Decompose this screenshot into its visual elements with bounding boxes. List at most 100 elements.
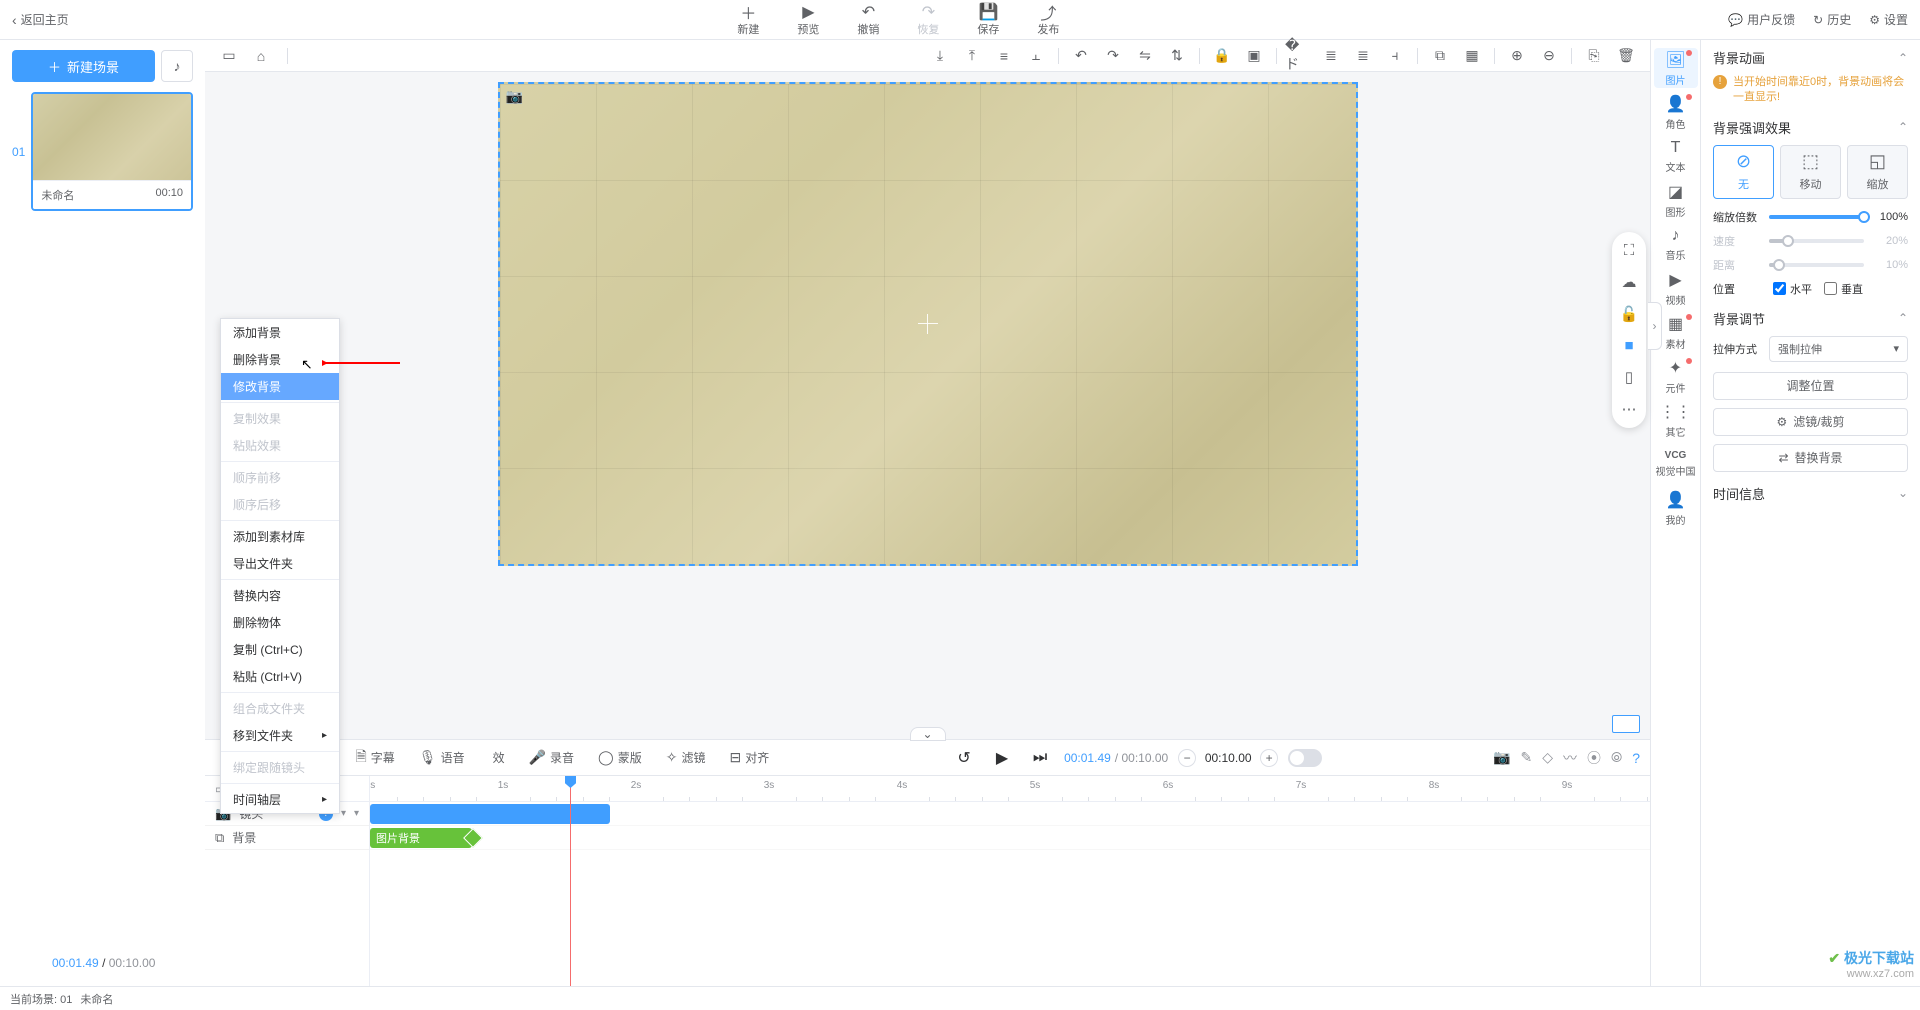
canvas[interactable]: 📷 xyxy=(498,82,1358,566)
home-icon[interactable]: ⌂ xyxy=(247,44,275,68)
section-bg-adjust[interactable]: 背景调节 ⌃ xyxy=(1713,309,1908,328)
group-icon[interactable]: ▣ xyxy=(1240,44,1268,68)
section-bg-emphasis[interactable]: 背景强调效果 ⌃ xyxy=(1713,118,1908,137)
timeline-prev-icon[interactable]: ↺ xyxy=(950,744,978,772)
cloud-icon[interactable]: ☁ xyxy=(1622,273,1637,291)
preview-button[interactable]: ▶预览 xyxy=(782,3,834,37)
edit-icon[interactable]: ✎ xyxy=(1520,749,1532,766)
distribute-h-icon[interactable]: ⫞ xyxy=(1381,44,1409,68)
tl-tab-template[interactable]: ◯蒙版 xyxy=(588,742,652,774)
ctx-导出文件夹[interactable]: 导出文件夹 xyxy=(221,550,339,577)
new-button[interactable]: ＋新建 xyxy=(722,3,774,37)
zoom-out-button[interactable]: − xyxy=(1178,749,1196,767)
obj-material[interactable]: ▦素材 xyxy=(1654,312,1698,352)
align-hcenter-icon[interactable]: ≣ xyxy=(1317,44,1345,68)
obj-image[interactable]: 🖼图片 xyxy=(1654,48,1698,88)
horizontal-checkbox-input[interactable] xyxy=(1773,282,1786,295)
background-clip[interactable]: 图片背景 xyxy=(370,828,472,848)
ctx-时间轴层[interactable]: 时间轴层▸ xyxy=(221,786,339,813)
history-link[interactable]: ↻历史 xyxy=(1813,11,1851,28)
zoom-in-button[interactable]: + xyxy=(1260,749,1278,767)
ctx-删除背景[interactable]: 删除背景 xyxy=(221,346,339,373)
zoom-in-icon[interactable]: ⊕ xyxy=(1503,44,1531,68)
effect-缩放[interactable]: ◱缩放 xyxy=(1847,145,1908,199)
obj-role[interactable]: 👤角色 xyxy=(1654,92,1698,132)
chevron-down-icon[interactable]: ▾ xyxy=(341,808,346,819)
tl-tab-align[interactable]: ⊟对齐 xyxy=(719,742,779,774)
feedback-link[interactable]: 💬用户反馈 xyxy=(1728,11,1795,28)
tl-tab-effect[interactable]: 效 xyxy=(479,742,515,774)
camera-snap-icon[interactable]: 📷 xyxy=(1493,749,1510,766)
loop-start-icon[interactable]: ⦿ xyxy=(1587,748,1601,768)
obj-other[interactable]: ⋮⋮其它 xyxy=(1654,400,1698,440)
tl-tab-filter[interactable]: ✧滤镜 xyxy=(656,742,716,774)
ctx-添加背景[interactable]: 添加背景 xyxy=(221,319,339,346)
keyframe-icon[interactable]: ◇ xyxy=(1542,749,1553,766)
flip-h-icon[interactable]: ⇋ xyxy=(1131,44,1159,68)
ease-icon[interactable]: 〰 xyxy=(1563,748,1577,768)
loop-end-icon[interactable]: ⦾ xyxy=(1611,749,1622,766)
ctx-删除物体[interactable]: 删除物体 xyxy=(221,609,339,636)
align-left-icon[interactable]: �ド xyxy=(1285,44,1313,68)
obj-vcg[interactable]: VCG视觉中国 xyxy=(1654,444,1698,484)
adjust-position-button[interactable]: 调整位置 xyxy=(1713,372,1908,400)
slider-缩放倍数[interactable]: 缩放倍数100% xyxy=(1713,209,1908,225)
ctx-替换内容[interactable]: 替换内容 xyxy=(221,582,339,609)
ctx-复制 (Ctrl+C)[interactable]: 复制 (Ctrl+C) xyxy=(221,636,339,663)
section-time-info[interactable]: 时间信息 ⌄ xyxy=(1713,484,1908,503)
playhead[interactable] xyxy=(570,776,571,986)
back-to-home[interactable]: ‹ 返回主页 xyxy=(12,11,69,28)
effect-移动[interactable]: ⬚移动 xyxy=(1780,145,1841,199)
timeline-play-icon[interactable]: ▶ xyxy=(988,744,1016,772)
tl-tab-record[interactable]: 🎤录音 xyxy=(519,742,584,774)
rotate-left-icon[interactable]: ↶ xyxy=(1067,44,1095,68)
align-bottom-icon[interactable]: ⤓ xyxy=(926,44,954,68)
lock-icon[interactable]: 🔒 xyxy=(1208,44,1236,68)
obj-text[interactable]: T文本 xyxy=(1654,136,1698,176)
ctx-移到文件夹[interactable]: 移到文件夹▸ xyxy=(221,722,339,749)
obj-video[interactable]: ▶视频 xyxy=(1654,268,1698,308)
collapse-canvas-icon[interactable]: ⌄ xyxy=(910,727,946,741)
timeline-toggle[interactable] xyxy=(1288,749,1322,767)
copy-icon[interactable]: ⎘ xyxy=(1580,44,1608,68)
tl-tab-voice[interactable]: 🎙语音 xyxy=(409,742,475,774)
grid-icon[interactable]: ▦ xyxy=(1458,44,1486,68)
track-row-camera[interactable] xyxy=(370,802,1650,826)
obj-music[interactable]: ♪音乐 xyxy=(1654,224,1698,264)
new-scene-button[interactable]: ＋ 新建场景 xyxy=(12,50,155,82)
music-button[interactable]: ♪ xyxy=(161,50,193,82)
snap-icon[interactable]: ⧉ xyxy=(1426,44,1454,68)
phone-icon[interactable]: ▯ xyxy=(1625,368,1633,386)
effect-无[interactable]: ⊘无 xyxy=(1713,145,1774,199)
unlock-icon[interactable]: 🔓 xyxy=(1620,305,1639,323)
layer-icon[interactable]: ▭ xyxy=(215,44,243,68)
fullscreen-icon[interactable]: ⛶ xyxy=(1624,242,1635,259)
obj-element[interactable]: ✦元件 xyxy=(1654,356,1698,396)
context-menu[interactable]: 添加背景删除背景修改背景复制效果粘贴效果顺序前移顺序后移添加到素材库导出文件夹替… xyxy=(220,318,340,814)
obj-mine[interactable]: 👤我的 xyxy=(1654,488,1698,528)
ctx-粘贴 (Ctrl+V)[interactable]: 粘贴 (Ctrl+V) xyxy=(221,663,339,690)
align-right-icon[interactable]: ≣ xyxy=(1349,44,1377,68)
tl-tab-sub[interactable]: 🗎字幕 xyxy=(346,742,405,774)
align-vcenter-icon[interactable]: ⫠ xyxy=(1022,44,1050,68)
scene-card[interactable]: 未命名 00:10 xyxy=(31,92,193,211)
track-row-background[interactable]: 图片背景 xyxy=(370,826,1650,850)
track-head-background[interactable]: ⧉ 背景 xyxy=(205,826,369,850)
save-button[interactable]: 💾保存 xyxy=(962,3,1014,37)
chevron-down-icon[interactable]: ▾ xyxy=(354,808,359,819)
rotate-right-icon[interactable]: ↷ xyxy=(1099,44,1127,68)
square-icon[interactable]: ■ xyxy=(1624,337,1633,354)
flip-v-icon[interactable]: ⇅ xyxy=(1163,44,1191,68)
minimap[interactable] xyxy=(1612,715,1640,733)
timeline-next-icon[interactable]: ⏭ xyxy=(1026,744,1054,772)
help-icon[interactable]: ? xyxy=(1632,750,1640,766)
vertical-checkbox[interactable]: 垂直 xyxy=(1824,281,1863,297)
ctx-添加到素材库[interactable]: 添加到素材库 xyxy=(221,523,339,550)
delete-icon[interactable]: 🗑 xyxy=(1612,44,1640,68)
filter-crop-button[interactable]: ⚙ 滤镜/裁剪 xyxy=(1713,408,1908,436)
section-bg-anim[interactable]: 背景动画 ⌃ xyxy=(1713,48,1908,67)
obj-shape[interactable]: ◪图形 xyxy=(1654,180,1698,220)
keyframe-diamond-icon[interactable] xyxy=(463,828,483,848)
more-icon[interactable]: ⋯ xyxy=(1622,400,1637,418)
camera-clip[interactable] xyxy=(370,804,610,824)
